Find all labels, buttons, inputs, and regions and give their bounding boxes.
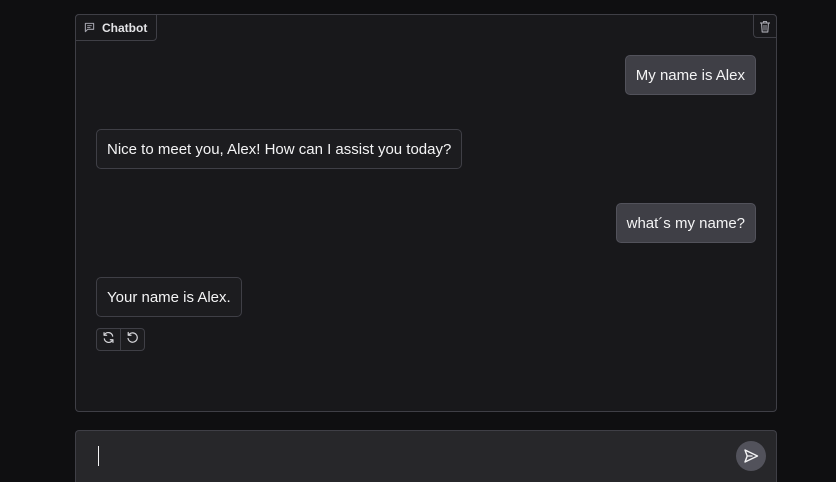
text-caret	[98, 446, 99, 466]
chatbot-panel: Chatbot My name is Alex Nice to meet you…	[75, 14, 777, 412]
bot-message: Your name is Alex.	[96, 277, 242, 317]
message-input-panel	[75, 430, 777, 482]
message-text: what´s my name?	[626, 214, 745, 232]
send-icon	[743, 448, 759, 464]
trash-icon	[759, 20, 771, 33]
chat-icon	[84, 22, 95, 33]
undo-icon	[126, 331, 139, 349]
chatbot-label: Chatbot	[75, 14, 158, 41]
message-input[interactable]	[96, 443, 716, 469]
message-text: My name is Alex	[635, 66, 745, 84]
message-actions	[96, 328, 145, 351]
app-root: Chatbot My name is Alex Nice to meet you…	[0, 0, 836, 482]
message-text: Your name is Alex.	[107, 288, 231, 306]
send-button[interactable]	[736, 441, 766, 471]
retry-button[interactable]	[97, 329, 120, 350]
user-message: what´s my name?	[615, 203, 756, 243]
bot-message: Nice to meet you, Alex! How can I assist…	[96, 129, 463, 169]
clear-chat-button[interactable]	[753, 14, 777, 38]
retry-icon	[102, 331, 115, 349]
undo-button[interactable]	[120, 329, 144, 350]
chatbot-label-text: Chatbot	[102, 20, 148, 35]
message-text: Nice to meet you, Alex! How can I assist…	[107, 140, 452, 158]
user-message: My name is Alex	[624, 55, 756, 95]
